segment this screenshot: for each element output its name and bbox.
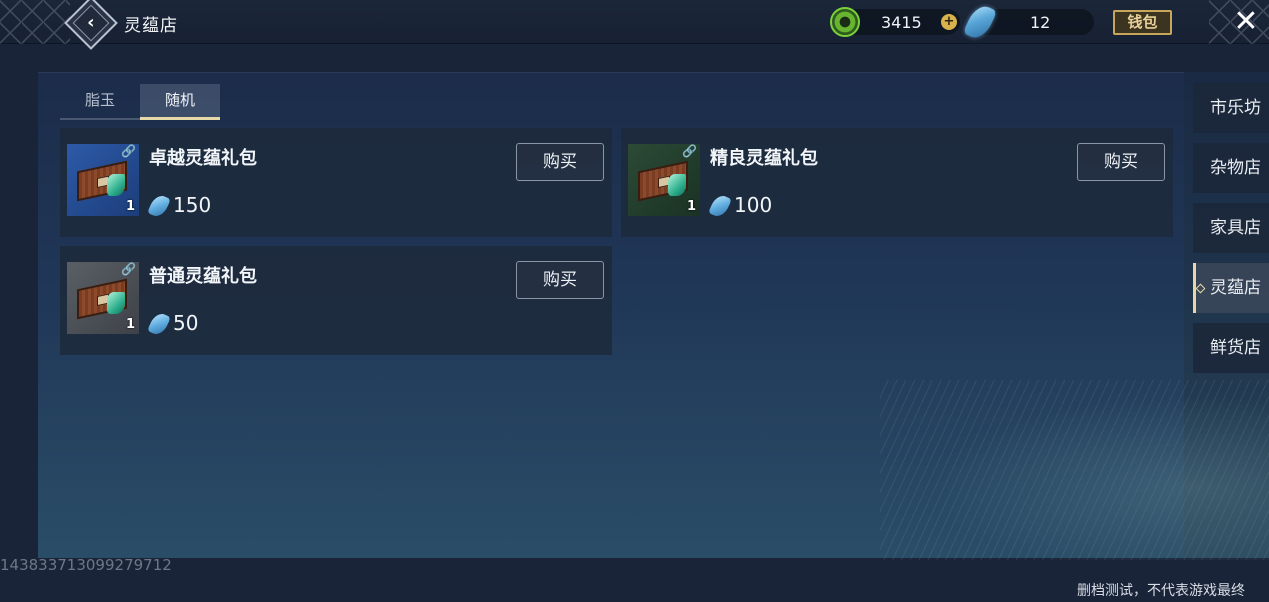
jade-icon [668, 174, 686, 196]
item-name: 精良灵蕴礼包 [710, 148, 818, 169]
nav-item-spirit-store[interactable]: 灵蕴店 [1193, 263, 1269, 313]
back-button-inner: ‹ [72, 4, 110, 42]
nav-item-fresh-goods-store[interactable]: 鲜货店 [1193, 323, 1269, 373]
item-count: 1 [125, 199, 135, 214]
jade-icon [107, 292, 125, 314]
bound-chain-icon: 🔗 [682, 144, 697, 158]
green-coin-icon [830, 7, 860, 37]
add-currency-icon[interactable]: + [941, 14, 957, 30]
item-count: 1 [686, 199, 696, 214]
top-bar: ‹ 灵蕴店 3415 + 12 钱包 ✕ [0, 0, 1269, 50]
currency-green-value: 3415 [881, 13, 922, 32]
currency-crystal-display: 12 [962, 1, 1094, 43]
buy-button[interactable]: 购买 [516, 143, 604, 181]
nav-item-market[interactable]: 市乐坊 [1193, 83, 1269, 133]
shop-item-card: 1 🔗 卓越灵蕴礼包 150 购买 [60, 128, 612, 237]
price-value: 100 [734, 193, 773, 217]
currency-green-display: 3415 + [830, 7, 960, 37]
ornament-pattern-left [0, 0, 70, 44]
blue-crystal-icon [147, 310, 171, 338]
shop-item-card: 1 🔗 精良灵蕴礼包 100 购买 [621, 128, 1173, 237]
wallet-button[interactable]: 钱包 [1113, 10, 1172, 35]
item-name: 普通灵蕴礼包 [149, 266, 257, 287]
item-count: 1 [125, 317, 135, 332]
shop-category-nav: 市乐坊 杂物店 家具店 灵蕴店 鲜货店 [1193, 83, 1269, 383]
page-title: 灵蕴店 [124, 16, 178, 36]
price-value: 150 [173, 193, 212, 217]
bound-chain-icon: 🔗 [121, 262, 136, 276]
tab-bar: 脂玉 随机 [60, 84, 220, 120]
back-button[interactable]: ‹ [64, 0, 118, 50]
grass-decoration [880, 380, 1269, 560]
test-disclaimer: 删档测试，不代表游戏最终 [1077, 583, 1245, 599]
price-value: 50 [173, 311, 199, 335]
buy-button[interactable]: 购买 [516, 261, 604, 299]
player-uid: 143833713099279712 [0, 556, 172, 574]
chevron-left-icon: ‹ [87, 11, 95, 33]
buy-button[interactable]: 购买 [1077, 143, 1165, 181]
blue-crystal-icon [708, 192, 732, 220]
jade-icon [107, 174, 125, 196]
blue-crystal-icon [962, 1, 998, 43]
item-name: 卓越灵蕴礼包 [149, 148, 257, 169]
nav-item-general-store[interactable]: 杂物店 [1193, 143, 1269, 193]
close-icon[interactable]: ✕ [1228, 4, 1264, 40]
nav-item-furniture-store[interactable]: 家具店 [1193, 203, 1269, 253]
shop-item-card: 1 🔗 普通灵蕴礼包 50 购买 [60, 246, 612, 355]
blue-crystal-icon [147, 192, 171, 220]
currency-crystal-value: 12 [1030, 13, 1051, 32]
bound-chain-icon: 🔗 [121, 144, 136, 158]
tab-fat-jade[interactable]: 脂玉 [60, 84, 140, 120]
tab-random[interactable]: 随机 [140, 84, 220, 120]
